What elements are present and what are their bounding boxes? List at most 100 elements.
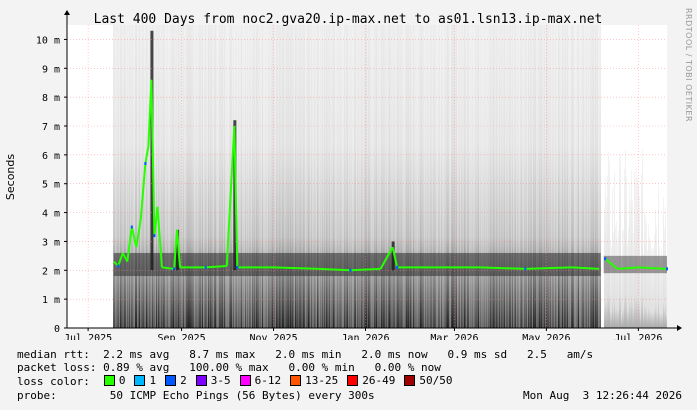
smoke-column	[567, 25, 568, 328]
smoke-column	[425, 25, 426, 328]
smoke-column	[241, 25, 242, 328]
loss-color-item: 50/50	[404, 374, 452, 387]
smoke-column	[438, 25, 439, 328]
smoke-column	[620, 154, 621, 328]
smoke-column	[597, 25, 598, 328]
smoke-column	[516, 25, 517, 328]
smoke-column	[465, 25, 466, 328]
smoke-column	[500, 25, 501, 328]
smoke-column	[656, 227, 657, 328]
smoke-column	[216, 25, 217, 328]
smoke-column	[591, 25, 592, 328]
smoke-column	[509, 25, 510, 328]
smoke-column	[539, 25, 540, 328]
smoke-column	[407, 25, 408, 328]
smoke-column	[280, 25, 281, 328]
smoke-column	[315, 25, 316, 328]
smoke-column	[284, 25, 285, 328]
smoke-column	[330, 25, 331, 328]
smoke-column	[165, 25, 166, 328]
smoke-column	[636, 167, 637, 328]
smoke-column	[297, 25, 298, 328]
smoke-column	[394, 25, 395, 328]
loss-marker	[604, 257, 607, 261]
smoke-column	[175, 25, 176, 328]
smoke-column	[440, 25, 441, 328]
smoke-column	[367, 25, 368, 328]
smoke-column	[219, 25, 220, 328]
smoke-column	[654, 234, 655, 328]
smoke-column	[333, 25, 334, 328]
latency-chart: 0 1 m 2 m 3 m 4 m 5 m 6 m 7 m 8 m 9 m 10 m Jul 2025…	[4, 10, 682, 340]
smoke-column	[579, 25, 580, 328]
smoke-column	[309, 25, 310, 328]
smoke-column	[623, 230, 624, 328]
smoke-column	[199, 25, 200, 328]
smoke-column	[442, 25, 443, 328]
y-tick-label: 2 m	[42, 266, 60, 277]
smoke-column	[177, 25, 178, 328]
smoke-column	[555, 25, 556, 328]
smoke-column	[469, 25, 470, 328]
smoke-column	[538, 25, 539, 328]
smoke-column	[617, 238, 618, 328]
smoke-column	[249, 25, 250, 328]
smoke-column	[452, 25, 453, 328]
smoke-column	[126, 25, 127, 328]
smoke-column	[554, 25, 555, 328]
smoke-column	[116, 25, 117, 328]
loss-color-label-text: 50/50	[419, 374, 453, 387]
smoke-column	[496, 25, 497, 328]
smoke-column	[260, 25, 261, 328]
smoke-column	[283, 25, 284, 328]
smokeping-graph: 0 1 m 2 m 3 m 4 m 5 m 6 m 7 m 8 m 9 m 10 m Jul 2025…	[0, 0, 697, 410]
smoke-column	[528, 25, 529, 328]
smoke-column	[464, 25, 465, 328]
smoke-column	[311, 25, 312, 328]
loss-marker	[666, 267, 668, 271]
smoke-column	[240, 25, 241, 328]
smoke-column	[238, 25, 239, 328]
smoke-column	[379, 25, 380, 328]
loss-color-item: 1	[134, 374, 156, 387]
smoke-column	[362, 25, 363, 328]
smoke-column	[482, 25, 483, 328]
smoke-column	[182, 25, 183, 328]
smoke-column	[220, 25, 221, 328]
smoke-column	[338, 25, 339, 328]
smoke-column	[351, 25, 352, 328]
smoke-column	[396, 25, 397, 328]
smoke-column	[209, 25, 210, 328]
smoke-column	[223, 25, 224, 328]
x-tick-label: Jul 2026	[614, 333, 662, 340]
smoke-column	[506, 25, 507, 328]
smoke-column	[467, 25, 468, 328]
smoke-column	[648, 224, 649, 328]
smoke-column	[625, 149, 626, 328]
smoke-column	[136, 25, 137, 328]
smoke-column	[156, 25, 157, 328]
smoke-column	[189, 25, 190, 328]
smoke-column	[197, 25, 198, 328]
smoke-column	[593, 25, 594, 328]
smoke-column	[264, 25, 265, 328]
smoke-column	[314, 25, 315, 328]
smoke-column	[159, 25, 160, 328]
smoke-column	[568, 25, 569, 328]
y-tick-label: 4 m	[42, 209, 60, 220]
smoke-column	[204, 25, 205, 328]
loss-color-swatch	[195, 375, 207, 386]
smoke-column	[358, 25, 359, 328]
smoke-column	[331, 25, 332, 328]
loss-marker	[117, 264, 120, 268]
rrdtool-watermark: RRDTOOL / TOBI OETIKER	[684, 8, 693, 123]
smoke-column	[319, 25, 320, 328]
smoke-column	[468, 25, 469, 328]
smoke-column	[520, 25, 521, 328]
y-tick-label: 1 m	[42, 295, 60, 306]
smoke-column	[373, 25, 374, 328]
smoke-column	[471, 25, 472, 328]
smoke-column	[244, 25, 245, 328]
smoke-column	[416, 25, 417, 328]
smoke-column	[619, 157, 620, 328]
